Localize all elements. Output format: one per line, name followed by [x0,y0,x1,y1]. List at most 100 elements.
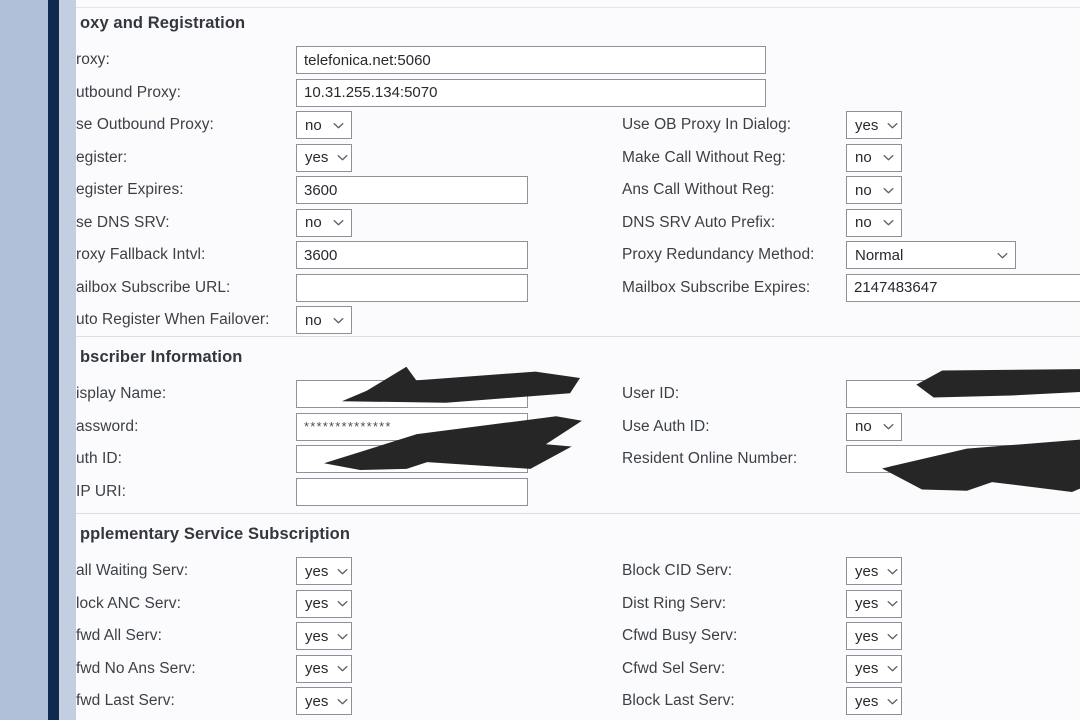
dist-ring-serv-select[interactable]: yes [846,589,902,618]
proxy-redundancy-method-label: Proxy Redundancy Method: [622,246,815,263]
cfwd-last-serv-label: fwd Last Serv: [76,692,175,709]
form-row: uth ID: [76,443,596,475]
cfwd-busy-serv-select[interactable]: yes [846,622,902,650]
chevron-down-icon [886,597,899,610]
auth-id-label: uth ID: [76,450,123,467]
cfwd-sel-serv-select[interactable]: yes [846,654,902,683]
outbound-proxy-input[interactable]: 10.31.255.134:5070 [296,78,766,107]
chevron-down-icon [332,119,345,132]
cfwd-no-ans-serv-label: fwd No Ans Serv: [76,659,196,677]
mailbox-subscribe-url-label: ailbox Subscribe URL: [76,278,231,296]
chevron-down-icon [332,314,345,327]
select-value: yes [305,149,329,166]
form-row: Cfwd Busy Serv: yes [622,620,1080,652]
form-row: lock ANC Serv: yes [76,588,596,620]
chevron-down-icon [336,597,349,610]
form-row: Mailbox Subscribe Expires: 2147483647 [622,272,1080,304]
select-value: yes [305,595,329,612]
chevron-down-icon [332,216,345,229]
navigation-rail[interactable] [48,0,59,720]
input-value: 3600 [304,182,338,198]
mailbox-subscribe-url-input[interactable] [296,273,528,302]
cfwd-last-serv-select[interactable]: yes [296,687,352,715]
form-row: fwd All Serv: yes [76,620,596,652]
call-waiting-serv-select[interactable]: yes [296,557,352,585]
form-row: se DNS SRV: no [76,207,596,239]
sip-uri-input[interactable] [296,477,528,506]
make-call-without-reg-select[interactable]: no [846,143,902,172]
auth-id-input[interactable] [296,445,528,473]
use-dns-srv-select[interactable]: no [296,208,352,237]
proxy-label: roxy: [76,51,110,68]
proxy-redundancy-method-select[interactable]: Normal [846,241,1016,269]
form-row: isplay Name: [76,378,596,410]
cfwd-busy-serv-label: Cfwd Busy Serv: [622,627,738,644]
use-outbound-proxy-select[interactable]: no [296,111,352,139]
block-cid-serv-label: Block CID Serv: [622,562,733,579]
section-divider [76,336,1080,337]
select-value: no [855,181,872,199]
use-auth-id-select[interactable]: no [846,412,902,441]
block-last-serv-select[interactable]: yes [846,687,902,715]
cfwd-no-ans-serv-select[interactable]: yes [296,654,352,683]
form-row: Resident Online Number: [622,443,1080,475]
input-value: 3600 [304,247,338,263]
chevron-down-icon [882,151,895,164]
mailbox-subscribe-expires-input[interactable]: 2147483647 [846,273,1080,302]
use-dns-srv-label: se DNS SRV: [76,213,170,231]
section-title-proxy-and-registration: oxy and Registration [80,14,246,32]
form-row: se Outbound Proxy: no [76,109,596,141]
register-select[interactable]: yes [296,143,352,172]
dist-ring-serv-label: Dist Ring Serv: [622,594,727,612]
proxy-input[interactable]: telefonica.net:5060 [296,46,766,74]
form-row: Ans Call Without Reg: no [622,174,1080,206]
form-row: Make Call Without Reg: no [622,142,1080,174]
ans-call-without-reg-select[interactable]: no [846,176,902,204]
form-row: Block CID Serv: yes [622,555,1080,587]
register-expires-label: egister Expires: [76,181,184,198]
chevron-down-icon [882,184,895,197]
proxy-fallback-intvl-input[interactable]: 3600 [296,241,528,269]
form-row: assword: ************** [76,411,596,443]
select-value: yes [855,660,879,677]
password-input[interactable]: ************** [296,412,528,441]
proxy-fallback-intvl-label: roxy Fallback Intvl: [76,246,206,263]
user-id-input[interactable] [846,380,1080,408]
chevron-down-icon [886,695,899,708]
block-cid-serv-select[interactable]: yes [846,557,902,585]
form-row: ailbox Subscribe URL: [76,272,596,304]
block-anc-serv-label: lock ANC Serv: [76,594,181,612]
chevron-down-icon [336,695,349,708]
dns-srv-auto-prefix-select[interactable]: no [846,208,902,237]
form-row: egister Expires: 3600 [76,174,596,206]
form-row: IP URI: [76,476,596,508]
input-value: 10.31.255.134:5070 [304,85,438,100]
form-row: roxy Fallback Intvl: 3600 [76,239,596,271]
cfwd-all-serv-select[interactable]: yes [296,622,352,650]
form-row: DNS SRV Auto Prefix: no [622,207,1080,239]
auto-register-when-failover-label: uto Register When Failover: [76,311,270,328]
register-expires-input[interactable]: 3600 [296,176,528,204]
select-value: yes [855,562,879,580]
section-title-subscriber-information: bscriber Information [80,348,243,366]
use-outbound-proxy-label: se Outbound Proxy: [76,116,214,133]
use-ob-proxy-in-dialog-select[interactable]: yes [846,111,902,139]
form-row: Proxy Redundancy Method: Normal [622,239,1080,271]
form-row: Block Last Serv: yes [622,685,1080,717]
select-value: yes [305,562,329,580]
block-anc-serv-select[interactable]: yes [296,589,352,618]
cfwd-all-serv-label: fwd All Serv: [76,627,162,644]
select-value: no [855,149,872,166]
form-row: Cfwd Sel Serv: yes [622,653,1080,685]
form-row: Dist Ring Serv: yes [622,588,1080,620]
display-name-input[interactable] [296,380,528,408]
resident-online-number-input[interactable] [846,445,1080,473]
select-value: no [855,214,872,231]
form-row: fwd No Ans Serv: yes [76,653,596,685]
auto-register-when-failover-select[interactable]: no [296,306,352,334]
register-label: egister: [76,148,128,166]
form-row: roxy: telefonica.net:5060 [76,44,766,76]
form-row: utbound Proxy: 10.31.255.134:5070 [76,77,766,109]
make-call-without-reg-label: Make Call Without Reg: [622,148,786,166]
user-id-label: User ID: [622,385,680,402]
